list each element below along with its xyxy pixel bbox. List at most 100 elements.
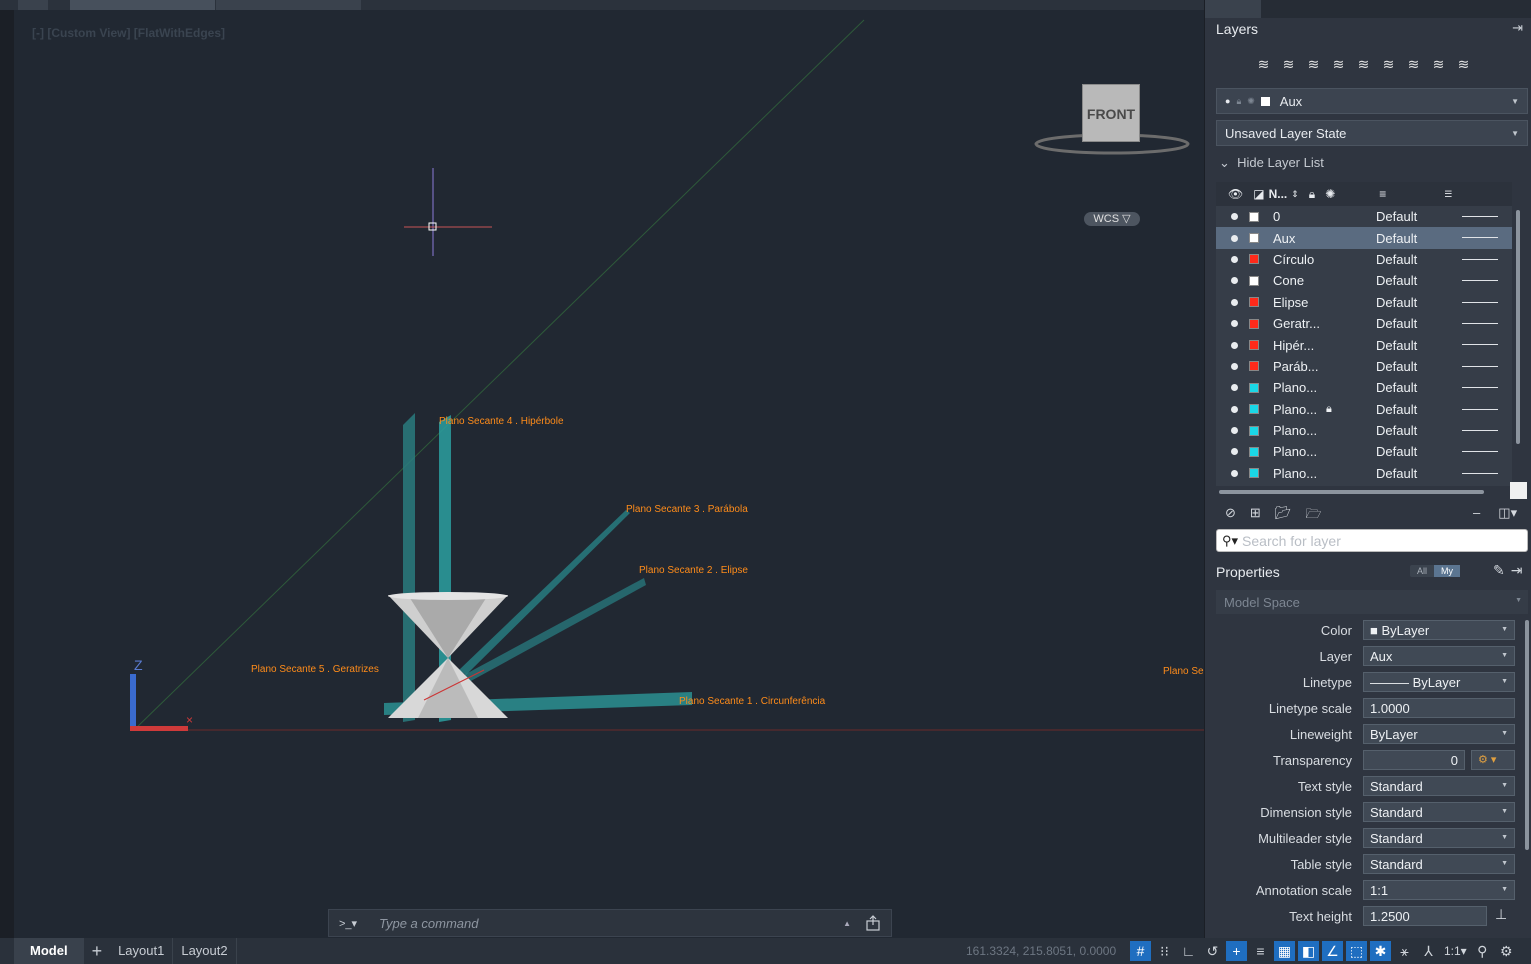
lock-column-icon[interactable]: 🔒︎ [1309, 187, 1315, 202]
viewcube-front-face[interactable]: FRONT [1082, 84, 1140, 142]
layer-lineweight[interactable] [1462, 472, 1498, 474]
columns-icon[interactable]: ◫▾ [1498, 505, 1517, 520]
tab-model[interactable]: Model [14, 938, 84, 964]
layer-list[interactable]: 👁︎ ◪ N... ⇕ 🔒︎ ✺ ≡ ☰ 0 Default Aux Default C… [1216, 182, 1512, 486]
layer-row[interactable]: 0 Default [1216, 206, 1512, 227]
property-value[interactable]: Aux ▼ [1363, 646, 1515, 666]
selection-context-dropdown[interactable]: Model Space ▼ [1216, 590, 1528, 614]
tab-layout2[interactable]: Layout2 [173, 938, 237, 964]
layer-row[interactable]: Geratr... Default [1216, 313, 1512, 334]
layer-row[interactable]: Paráb... Default [1216, 356, 1512, 377]
viewcube[interactable]: FRONT [1034, 82, 1204, 162]
layer-row[interactable]: Plano... Default [1216, 441, 1512, 462]
layer-row[interactable]: Aux Default [1216, 227, 1512, 249]
layer-color-swatch[interactable] [1249, 275, 1259, 286]
property-value[interactable]: 1.2500 [1363, 906, 1487, 926]
layer-linetype[interactable]: Default [1376, 231, 1417, 246]
layer-color-swatch[interactable] [1249, 254, 1259, 265]
property-value[interactable]: ByLayer ▼ [1363, 724, 1515, 744]
new-layer-icon[interactable]: ≋ [1255, 56, 1272, 73]
edit-properties-icon[interactable]: ✎ [1493, 562, 1511, 578]
layer-color-swatch[interactable] [1249, 211, 1259, 222]
layer-color-swatch[interactable] [1249, 233, 1259, 244]
layer-color-swatch[interactable] [1249, 297, 1259, 308]
current-layer-dropdown[interactable]: ● 🔒︎ ✺ Aux ▼ [1216, 88, 1528, 114]
hide-layer-list-toggle[interactable]: ⌄ Hide Layer List [1219, 155, 1324, 171]
settings-gear-icon[interactable]: ⚙ [1496, 941, 1517, 961]
unlock-layer-icon[interactable]: ≋ [1455, 56, 1472, 73]
annotation-scale-value[interactable]: 1:1▾ [1444, 944, 1467, 958]
name-column-header[interactable]: N... [1269, 187, 1288, 201]
bulb-icon[interactable] [1231, 255, 1238, 263]
layer-lineweight[interactable] [1462, 451, 1498, 453]
ortho-icon[interactable]: ∟ [1178, 941, 1199, 961]
share-icon[interactable] [865, 915, 881, 931]
layer-linetype[interactable]: Default [1376, 444, 1417, 459]
transparency-options-icon[interactable]: ⚙ ▾ [1471, 750, 1515, 770]
visibility-column-icon[interactable]: 👁︎ [1228, 187, 1243, 201]
layer-search-field[interactable]: ⚲▾ [1216, 529, 1528, 552]
layer-lineweight[interactable] [1462, 408, 1498, 410]
layer-lineweight[interactable] [1462, 344, 1498, 346]
layer-lineweight[interactable] [1462, 216, 1498, 217]
drawing-viewport[interactable]: [-] [Custom View] [FlatWithEdges] Z × Pl… [14, 10, 1204, 938]
bulb-icon[interactable] [1231, 320, 1238, 328]
lineweight-column-icon[interactable]: ☰ [1444, 189, 1452, 200]
layer-lineweight[interactable] [1462, 322, 1498, 324]
layer-linetype[interactable]: Default [1376, 252, 1417, 267]
drawing-tab-active[interactable] [70, 0, 215, 10]
layer-color-swatch[interactable] [1249, 404, 1259, 415]
freeze-layer-icon[interactable]: ≋ [1380, 56, 1397, 73]
layer-lineweight[interactable] [1462, 387, 1498, 389]
selection-cycling-icon[interactable]: ◧ [1298, 941, 1319, 961]
layer-linetype[interactable]: Default [1376, 273, 1417, 288]
command-line[interactable]: >_▾ ▲ [328, 909, 892, 937]
layer-state-folder-icon[interactable]: 🗁 [1305, 505, 1321, 527]
drawing-tab[interactable] [216, 0, 361, 10]
bulb-icon[interactable] [1231, 405, 1238, 413]
property-value[interactable]: 0 [1363, 750, 1465, 770]
color-column-icon[interactable]: ◪ [1253, 187, 1264, 201]
layer-list-vscrollbar[interactable] [1516, 210, 1520, 444]
open-folder-icon[interactable]: 📂︎ [1275, 505, 1292, 527]
layer-row[interactable]: Cone Default [1216, 270, 1512, 291]
bulb-icon[interactable] [1231, 448, 1238, 456]
layer-row[interactable]: Hipér... Default [1216, 334, 1512, 355]
annotative-icon[interactable]: ⊥ [1495, 906, 1515, 926]
workspace-icon[interactable]: ⚲ [1472, 941, 1493, 961]
bulb-icon[interactable] [1231, 384, 1238, 392]
tab-layout1[interactable]: Layout1 [110, 938, 174, 964]
bulb-icon[interactable] [1231, 277, 1238, 285]
sort-icon[interactable]: ⇕ [1291, 189, 1299, 200]
layer-color-swatch[interactable] [1249, 425, 1259, 436]
lock-icon[interactable]: 🔒︎ [1326, 403, 1332, 416]
layer-lineweight[interactable] [1462, 258, 1498, 260]
properties-filter-toggle[interactable]: All My [1410, 565, 1461, 577]
annotation-monitor-icon[interactable]: ✱ [1370, 941, 1391, 961]
toggle-all[interactable]: All [1410, 565, 1434, 577]
layer-lineweight[interactable] [1462, 237, 1498, 239]
property-value[interactable]: Standard ▼ [1363, 776, 1515, 796]
panel-dock-icon[interactable]: ⇥ [1511, 562, 1529, 578]
layer-list-hscrollbar[interactable] [1219, 490, 1484, 494]
annotation-visibility-icon[interactable]: ⚹ [1394, 941, 1415, 961]
layer-color-swatch[interactable] [1249, 382, 1259, 393]
property-value[interactable]: ■ ByLayer ▼ [1363, 620, 1515, 640]
palette-tab-layers[interactable] [1205, 0, 1261, 18]
delete-layer-icon[interactable]: ≋ [1280, 56, 1297, 73]
layer-row[interactable]: Plano... 🔒︎ Default [1216, 399, 1512, 420]
layer-color-swatch[interactable] [1249, 468, 1259, 479]
layer-row[interactable]: Plano... Default [1216, 463, 1512, 484]
annotation-scale-icon[interactable]: ⅄ [1418, 941, 1439, 961]
layer-linetype[interactable]: Default [1376, 316, 1417, 331]
layer-row[interactable]: Plano... Default [1216, 377, 1512, 398]
layer-lineweight[interactable] [1462, 365, 1498, 367]
layer-color-swatch[interactable] [1249, 318, 1259, 329]
command-input[interactable] [379, 915, 844, 931]
property-value[interactable]: ——— ByLayer ▼ [1363, 672, 1515, 692]
freeze-column-icon[interactable]: ✺ [1325, 187, 1335, 201]
property-value[interactable]: Standard ▼ [1363, 854, 1515, 874]
layer-linetype[interactable]: Default [1376, 380, 1417, 395]
layer-search-input[interactable] [1242, 532, 1522, 549]
command-prompt-icon[interactable]: >_▾ [339, 917, 379, 930]
